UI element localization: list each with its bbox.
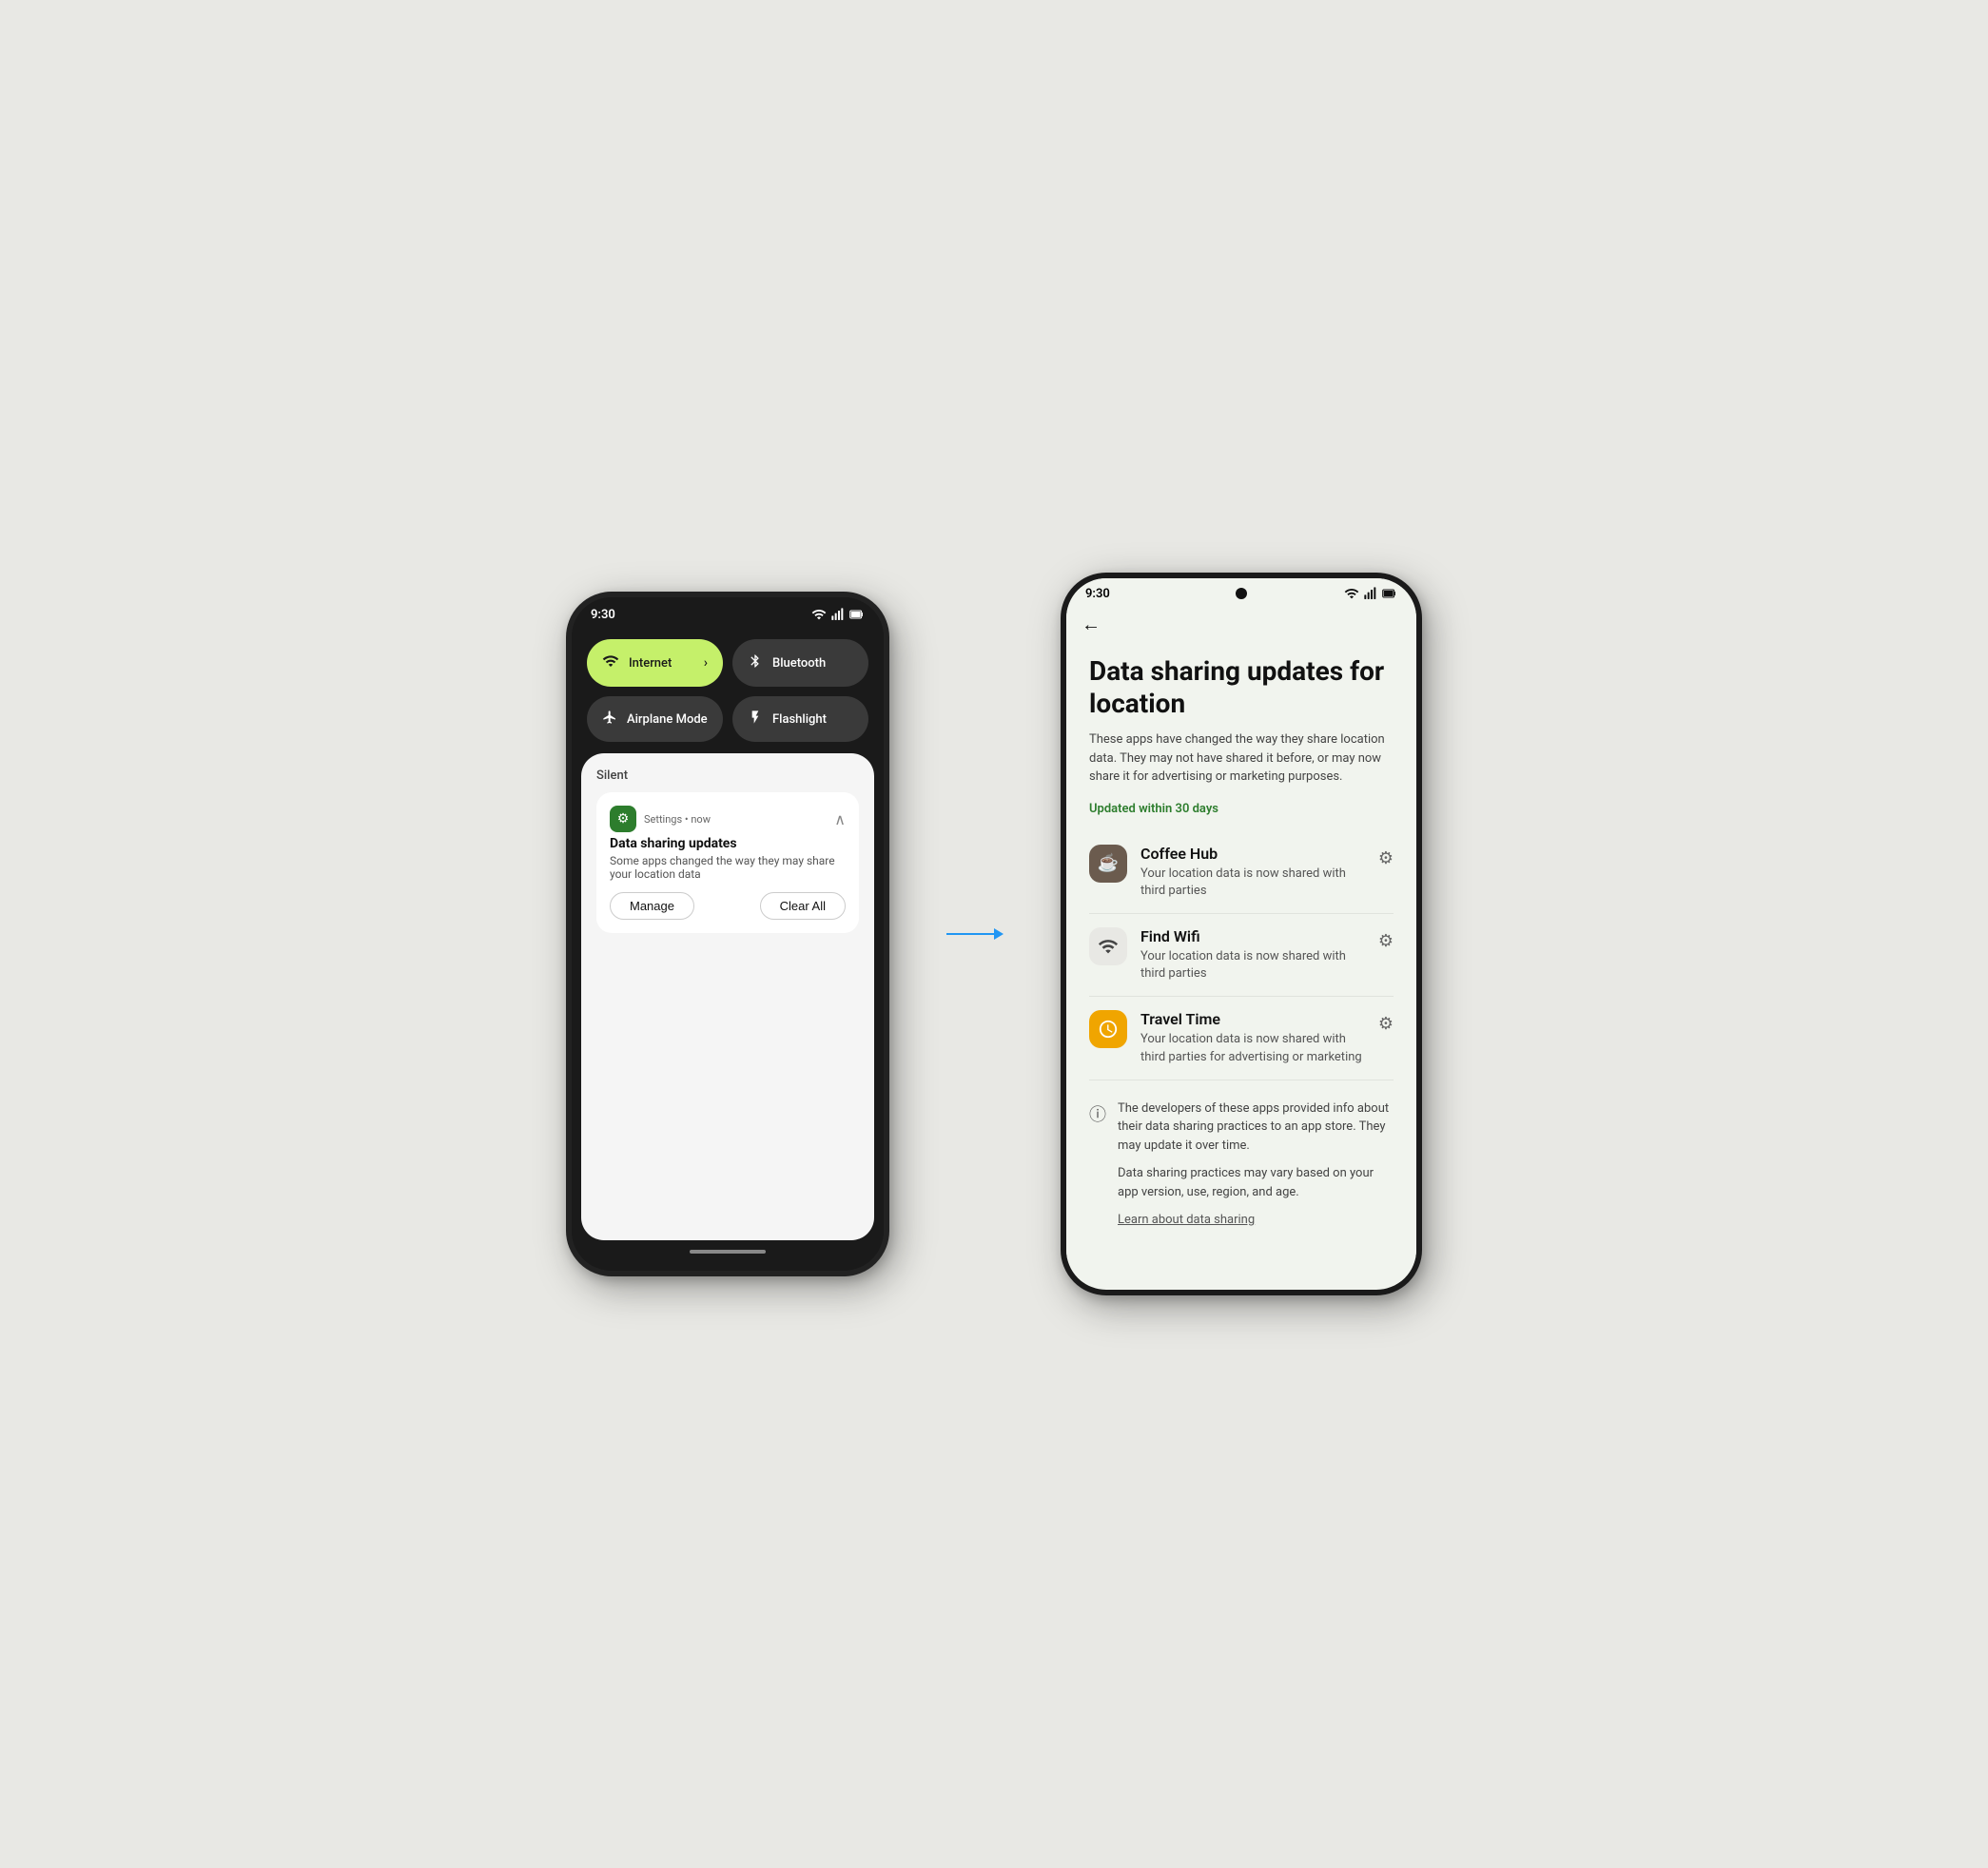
arrow-connector: [946, 928, 1004, 940]
travel-time-desc: Your location data is now shared with th…: [1140, 1031, 1365, 1065]
arrow-head-icon: [994, 928, 1004, 940]
find-wifi-name: Find Wifi: [1140, 927, 1365, 945]
notif-title: Data sharing updates: [610, 836, 846, 851]
left-phone: 9:30 Internet ›: [566, 592, 889, 1276]
battery-icon: [849, 607, 865, 622]
flashlight-icon: [748, 710, 763, 729]
left-status-bar: 9:30: [572, 597, 884, 628]
find-wifi-settings-icon[interactable]: ⚙: [1378, 931, 1394, 951]
settings-app-icon: ⚙: [610, 806, 636, 832]
right-wifi-icon: [1344, 586, 1359, 601]
tile-airplane[interactable]: Airplane Mode: [587, 696, 723, 742]
travel-time-name: Travel Time: [1140, 1010, 1365, 1028]
left-phone-content: Internet › Bluetooth Airplane Mode: [572, 628, 884, 1267]
coffee-hub-desc: Your location data is now shared with th…: [1140, 866, 1365, 900]
app-item-coffee-hub: ☕ Coffee Hub Your location data is now s…: [1089, 831, 1394, 914]
page-subtitle: These apps have changed the way they sha…: [1089, 730, 1394, 787]
notif-time: now: [691, 813, 711, 826]
camera-icon: [1236, 588, 1247, 599]
find-wifi-icon: [1089, 927, 1127, 965]
home-bar: [572, 1240, 884, 1267]
notification-card[interactable]: ⚙ Settings • now ∧ Data sharing updates …: [596, 792, 859, 933]
updated-label: Updated within 30 days: [1089, 802, 1394, 816]
back-button[interactable]: ←: [1066, 605, 1416, 640]
scene: 9:30 Internet ›: [566, 573, 1422, 1295]
coffee-hub-info: Coffee Hub Your location data is now sha…: [1140, 845, 1365, 900]
quick-tiles-grid: Internet › Bluetooth Airplane Mode: [572, 628, 884, 753]
notif-header: ⚙ Settings • now ∧: [610, 806, 846, 832]
signal-icon: [830, 607, 846, 622]
airplane-icon: [602, 710, 617, 729]
tile-flashlight-label: Flashlight: [772, 712, 827, 727]
right-camera-cutout: [1236, 588, 1247, 599]
tile-bluetooth[interactable]: Bluetooth: [732, 639, 868, 687]
find-wifi-info: Find Wifi Your location data is now shar…: [1140, 927, 1365, 983]
info-text-block: The developers of these apps provided in…: [1118, 1099, 1394, 1230]
clear-all-button[interactable]: Clear All: [760, 892, 846, 920]
travel-time-settings-icon[interactable]: ⚙: [1378, 1014, 1394, 1034]
info-circle-icon: ⓘ: [1089, 1101, 1106, 1126]
info-section: ⓘ The developers of these apps provided …: [1089, 1099, 1394, 1230]
tile-flashlight[interactable]: Flashlight: [732, 696, 868, 742]
right-status-bar: 9:30: [1066, 578, 1416, 605]
right-phone-screen: ← Data sharing updates for location Thes…: [1066, 605, 1416, 1282]
notification-panel: Silent ⚙ Settings • now ∧ Data sharing u…: [581, 753, 874, 1240]
wifi-signal-icon: [811, 607, 827, 622]
coffee-hub-icon: ☕: [1089, 845, 1127, 883]
notif-section-label: Silent: [596, 769, 859, 783]
notif-meta: Settings • now: [644, 813, 827, 826]
internet-chevron-icon: ›: [704, 655, 708, 671]
notif-app-name: Settings: [644, 813, 682, 826]
right-status-time: 9:30: [1085, 587, 1110, 601]
right-status-icons: [1344, 586, 1397, 601]
home-bar-pill: [690, 1250, 766, 1254]
right-signal-icon: [1363, 586, 1378, 601]
notif-body: Some apps changed the way they may share…: [610, 854, 846, 881]
notif-actions: Manage Clear All: [610, 892, 846, 920]
info-text-1: The developers of these apps provided in…: [1118, 1099, 1394, 1156]
page-title: Data sharing updates for location: [1089, 655, 1394, 719]
page-content: Data sharing updates for location These …: [1066, 640, 1416, 1282]
manage-button[interactable]: Manage: [610, 892, 694, 920]
info-text-2: Data sharing practices may vary based on…: [1118, 1164, 1394, 1201]
tile-bluetooth-label: Bluetooth: [772, 656, 826, 671]
bluetooth-icon: [748, 653, 763, 672]
coffee-hub-settings-icon[interactable]: ⚙: [1378, 848, 1394, 868]
learn-link[interactable]: Learn about data sharing: [1118, 1211, 1394, 1230]
left-status-icons: [811, 607, 865, 622]
app-item-find-wifi: Find Wifi Your location data is now shar…: [1089, 914, 1394, 997]
notif-expand-icon[interactable]: ∧: [834, 810, 846, 828]
find-wifi-desc: Your location data is now shared with th…: [1140, 948, 1365, 983]
left-status-time: 9:30: [591, 608, 615, 622]
right-phone: 9:30 ← Data sharing updates for location…: [1061, 573, 1422, 1295]
app-item-travel-time: Travel Time Your location data is now sh…: [1089, 997, 1394, 1080]
travel-time-info: Travel Time Your location data is now sh…: [1140, 1010, 1365, 1065]
coffee-hub-name: Coffee Hub: [1140, 845, 1365, 863]
tile-airplane-label: Airplane Mode: [627, 712, 708, 727]
travel-time-icon: [1089, 1010, 1127, 1048]
internet-icon: [602, 652, 619, 673]
right-battery-icon: [1382, 586, 1397, 601]
tile-internet[interactable]: Internet ›: [587, 639, 723, 687]
tile-internet-label: Internet: [629, 656, 672, 671]
arrow-line: [946, 933, 994, 935]
